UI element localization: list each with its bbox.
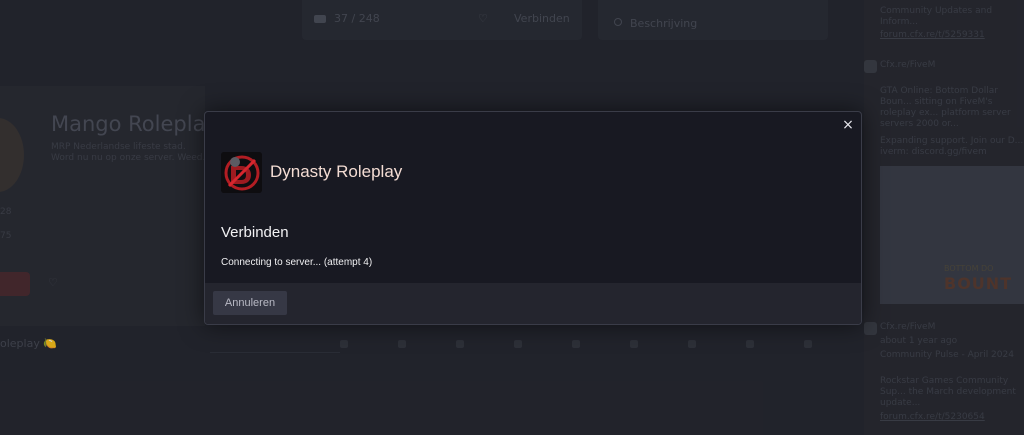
dialog-title: Verbinden [221, 224, 289, 241]
server-logo [221, 152, 262, 193]
server-logo-icon [221, 152, 262, 193]
close-icon[interactable]: × [841, 118, 855, 132]
dialog-footer: Annuleren [205, 283, 861, 324]
cancel-button[interactable]: Annuleren [213, 291, 287, 315]
connection-status: Connecting to server... (attempt 4) [221, 257, 373, 268]
server-name: Dynasty Roleplay [270, 162, 403, 181]
connect-dialog: × Dynasty Roleplay Verbinden Connecting … [204, 111, 862, 325]
